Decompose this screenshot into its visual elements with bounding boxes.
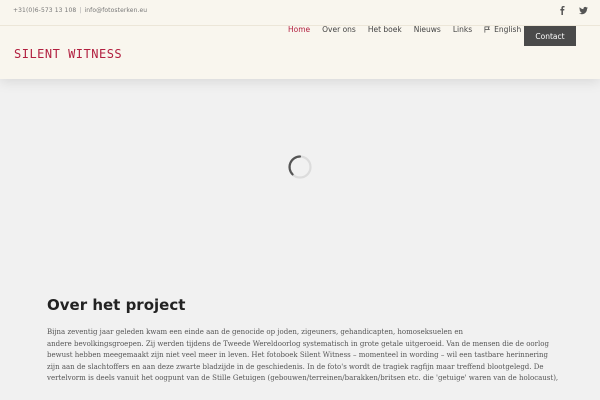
paragraph-line: Bijna zeventig jaar geleden kwam een ein…	[47, 328, 463, 336]
nav-item-home[interactable]: Home	[288, 25, 310, 34]
contact-separator: |	[79, 7, 82, 14]
contact-info: +31(0)6-573 13 108 | info@fotosterken.eu	[13, 7, 147, 14]
contact-button[interactable]: Contact	[524, 26, 576, 46]
loading-spinner-icon	[288, 155, 312, 179]
paragraph-line: zijn aan de slachtoffers en aan deze zwa…	[47, 362, 544, 371]
nav-item-nieuws[interactable]: Nieuws	[414, 25, 441, 34]
nav-item-links[interactable]: Links	[453, 25, 472, 34]
nav-item-het-boek[interactable]: Het boek	[368, 25, 402, 34]
twitter-icon[interactable]	[579, 6, 588, 15]
paragraph-line: vertelvorm is deels vanuit het oogpunt v…	[47, 374, 559, 382]
section-title: Over het project	[47, 296, 186, 314]
language-label: English	[494, 25, 522, 34]
facebook-icon[interactable]	[558, 6, 567, 15]
site-logo[interactable]: SILENT WITNESS	[14, 47, 122, 61]
nav-item-over-ons[interactable]: Over ons	[322, 25, 356, 34]
flag-icon	[484, 26, 491, 33]
paragraph-line: andere bevolkingsgroepen. Zij werden tij…	[47, 339, 549, 348]
main-nav: Home Over ons Het boek Nieuws Links Engl…	[288, 25, 521, 34]
email-link[interactable]: info@fotosterken.eu	[84, 7, 147, 14]
phone-number[interactable]: +31(0)6-573 13 108	[13, 7, 76, 14]
paragraph-line: bewust hebben meegemaakt zijn niet veel …	[47, 351, 549, 359]
project-paragraph: Bijna zeventig jaar geleden kwam een ein…	[47, 327, 600, 385]
nav-item-language[interactable]: English	[484, 25, 521, 34]
site-header: +31(0)6-573 13 108 | info@fotosterken.eu S…	[0, 0, 600, 79]
top-bar: +31(0)6-573 13 108 | info@fotosterken.eu	[0, 0, 600, 26]
social-links	[558, 6, 588, 15]
